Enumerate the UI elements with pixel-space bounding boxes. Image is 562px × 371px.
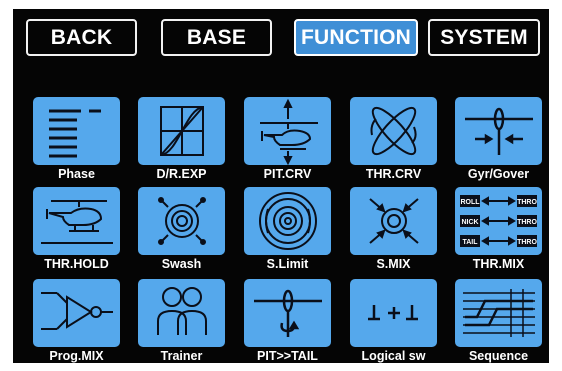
expo-curve-icon <box>138 97 225 165</box>
function-label: Logical sw <box>361 349 426 363</box>
function-label: D/R.EXP <box>156 167 207 181</box>
tab-function-label: FUNCTION <box>300 25 412 49</box>
helicopter-landed-icon <box>33 187 120 255</box>
tab-base-label: BASE <box>186 25 247 49</box>
function-gyr-gover[interactable]: Gyr/Gover <box>455 97 542 189</box>
function-label: S.MIX <box>376 257 411 271</box>
logical-switch-icon <box>350 279 437 347</box>
function-sequence[interactable]: Sequence <box>455 279 542 371</box>
function-s-limit[interactable]: S.Limit <box>244 187 331 279</box>
transmitter-screen: BACK BASE FUNCTION SYSTEM Phase D/R.EXP … <box>13 9 549 363</box>
trainer-users-icon <box>138 279 225 347</box>
tab-system[interactable]: SYSTEM <box>428 19 540 56</box>
function-label: PIT.CRV <box>263 167 312 181</box>
thr-mix-roll: ROLL <box>460 199 480 206</box>
function-label: THR.MIX <box>472 257 525 271</box>
function-label: Trainer <box>160 349 203 363</box>
swash-limit-icon <box>244 187 331 255</box>
thr-mix-nick: NICK <box>461 219 478 226</box>
function-label: S.Limit <box>266 257 309 271</box>
list-lines-icon <box>33 97 120 165</box>
function-swash[interactable]: Swash <box>138 187 225 279</box>
throttle-mix-icon: ROLL THRO NICK THRO TAIL THRO <box>455 187 542 255</box>
thr-mix-thro-2: THRO <box>517 219 537 226</box>
thr-mix-tail: TAIL <box>462 239 478 246</box>
function-label: Gyr/Gover <box>467 167 530 181</box>
function-thr-crv[interactable]: THR.CRV <box>350 97 437 189</box>
tab-system-label: SYSTEM <box>440 25 528 49</box>
swashplate-icon <box>138 187 225 255</box>
function-phase[interactable]: Phase <box>33 97 120 189</box>
helicopter-pitch-icon <box>244 97 331 165</box>
function-thr-mix[interactable]: ROLL THRO NICK THRO TAIL THRO THR.MIX <box>455 187 542 279</box>
program-mix-icon <box>33 279 120 347</box>
function-pit-tail[interactable]: PIT>>TAIL <box>244 279 331 371</box>
function-prog-mix[interactable]: Prog.MIX <box>33 279 120 371</box>
swash-mix-icon <box>350 187 437 255</box>
pitch-to-tail-icon <box>244 279 331 347</box>
function-pit-crv[interactable]: PIT.CRV <box>244 97 331 189</box>
tab-base[interactable]: BASE <box>161 19 272 56</box>
function-label: THR.CRV <box>365 167 422 181</box>
function-logical-sw[interactable]: Logical sw <box>350 279 437 371</box>
sequence-graph-icon <box>455 279 542 347</box>
tab-function[interactable]: FUNCTION <box>294 19 418 56</box>
gyro-rotor-icon <box>455 97 542 165</box>
thr-mix-thro-3: THRO <box>517 239 537 246</box>
function-label: THR.HOLD <box>44 257 109 271</box>
function-label: Prog.MIX <box>49 349 104 363</box>
thr-mix-thro-1: THRO <box>517 199 537 206</box>
throttle-curve-icon <box>350 97 437 165</box>
function-thr-hold[interactable]: THR.HOLD <box>33 187 120 279</box>
function-label: Sequence <box>468 349 529 363</box>
function-dr-exp[interactable]: D/R.EXP <box>138 97 225 189</box>
function-label: Phase <box>58 167 95 181</box>
tab-back[interactable]: BACK <box>26 19 137 56</box>
function-label: PIT>>TAIL <box>257 349 318 363</box>
function-label: Swash <box>161 257 202 271</box>
function-s-mix[interactable]: S.MIX <box>350 187 437 279</box>
function-trainer[interactable]: Trainer <box>138 279 225 371</box>
tab-back-label: BACK <box>50 25 113 49</box>
